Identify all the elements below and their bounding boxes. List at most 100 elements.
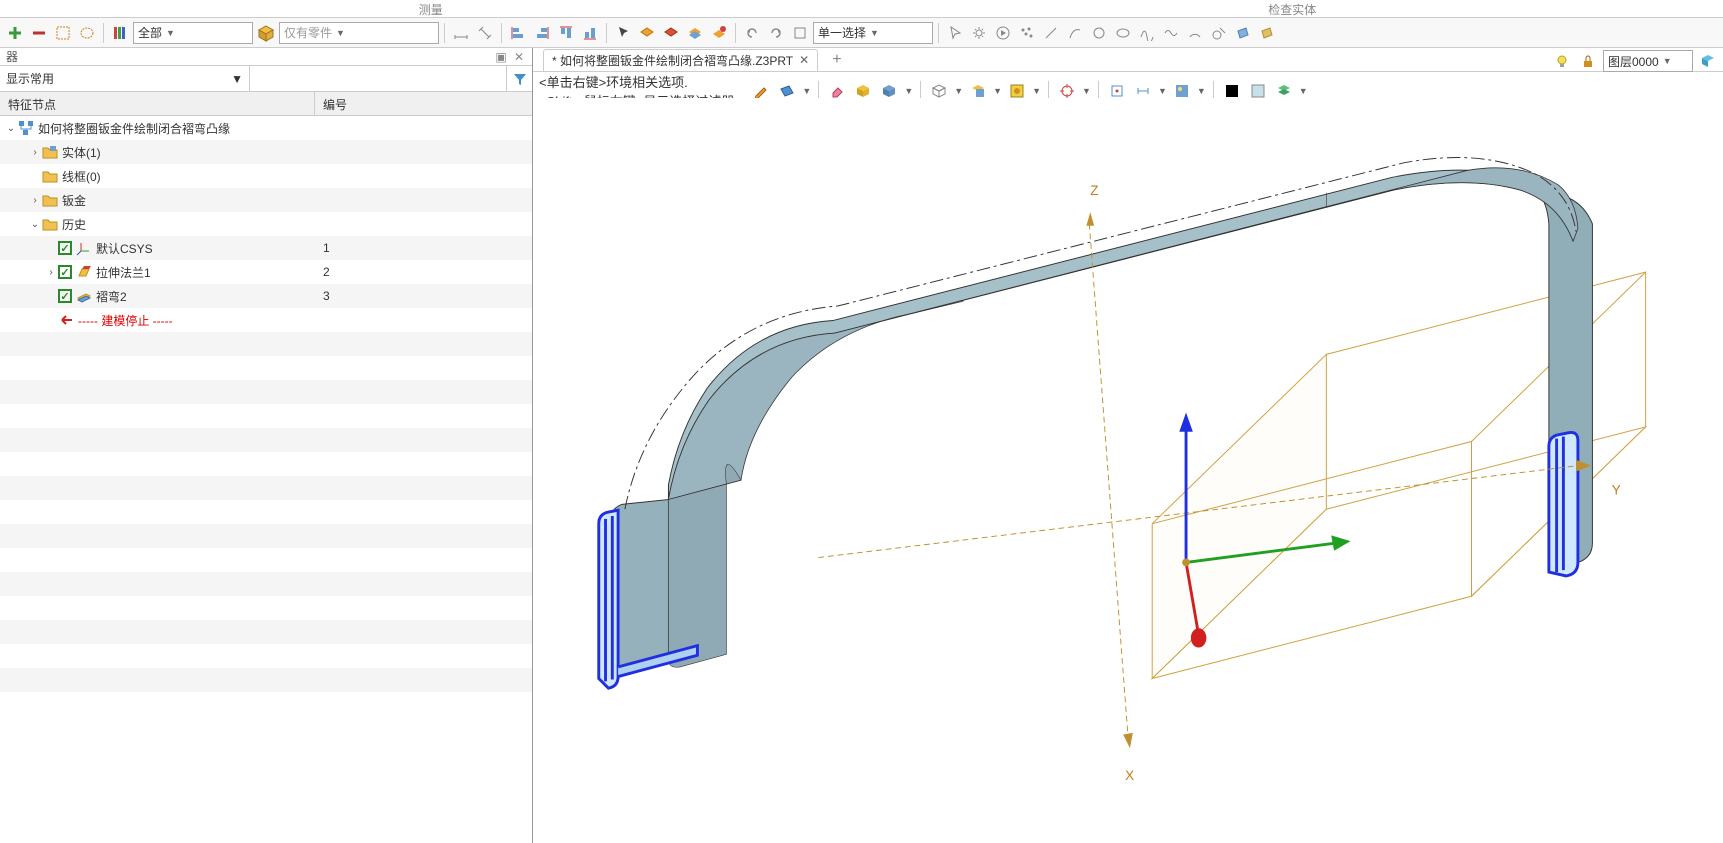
tree-row-empty (0, 500, 532, 524)
single-select-combo[interactable]: 单一选择▼ (813, 22, 933, 44)
circle-icon[interactable] (1088, 22, 1110, 44)
tree-row-history[interactable]: ⌄ 历史 (0, 212, 532, 236)
lock-icon[interactable] (1577, 50, 1599, 72)
tree-row-empty (0, 404, 532, 428)
only-part-combo[interactable]: 仅有零件▼ (279, 22, 439, 44)
flange-icon (76, 264, 92, 280)
scatter-icon[interactable] (1016, 22, 1038, 44)
layers-red-icon[interactable] (660, 22, 682, 44)
cursor-icon[interactable] (944, 22, 966, 44)
layer-combo[interactable]: 图层0000▼ (1603, 50, 1693, 72)
spline-icon[interactable] (1136, 22, 1158, 44)
align-bottom-icon[interactable] (579, 22, 601, 44)
add-tab-icon[interactable]: + (826, 51, 847, 69)
play-icon[interactable] (992, 22, 1014, 44)
rect-select-icon[interactable] (789, 22, 811, 44)
csys-icon (76, 240, 92, 256)
dimension2-icon[interactable] (474, 22, 496, 44)
pointer-icon[interactable] (612, 22, 634, 44)
layer-selector: 图层0000▼ (1551, 48, 1719, 74)
expander-icon[interactable]: › (28, 195, 42, 206)
tree-row-csys[interactable]: ✓ 默认CSYS 1 (0, 236, 532, 260)
align-left-icon[interactable] (507, 22, 529, 44)
layers-mixed-icon[interactable] (684, 22, 706, 44)
col-feature[interactable]: 特征节点 (0, 92, 315, 115)
tree-row-empty (0, 332, 532, 356)
panel-title-bar: 器 ▣ ✕ (0, 48, 532, 66)
doc-tab-active[interactable]: * 如何将整圈钣金件绘制闭合褶弯凸缘.Z3PRT ✕ (543, 49, 818, 71)
top-category-tabs: 测量 检查实体 (0, 0, 1723, 18)
tree-row-empty (0, 668, 532, 692)
tree-row-hem[interactable]: ✓ 褶弯2 3 (0, 284, 532, 308)
panel-close-icon[interactable]: ✕ (512, 50, 526, 64)
axis-y-label: Y (1612, 483, 1621, 498)
sheetmetal-part (599, 158, 1593, 689)
checkbox-icon[interactable]: ✓ (58, 289, 72, 303)
color-bars-icon[interactable] (109, 22, 131, 44)
remove-icon[interactable] (28, 22, 50, 44)
tangent-icon[interactable] (1208, 22, 1230, 44)
show-common-combo[interactable]: 显示常用▼ (0, 66, 250, 91)
undo-icon[interactable] (741, 22, 763, 44)
lightbulb-icon[interactable] (1551, 50, 1573, 72)
tree-row-flange[interactable]: › ✓ 拉伸法兰1 2 (0, 260, 532, 284)
align-top-icon[interactable] (555, 22, 577, 44)
align-right-icon[interactable] (531, 22, 553, 44)
tab-inspect-entity[interactable]: 检查实体 (862, 0, 1723, 17)
folder-wireframe-icon (42, 168, 58, 184)
panel-restore-icon[interactable]: ▣ (494, 50, 508, 64)
tree-row-empty (0, 572, 532, 596)
dimension-icon[interactable] (450, 22, 472, 44)
folder-entity-icon (42, 144, 58, 160)
sheet-blue-icon[interactable] (1232, 22, 1254, 44)
tab-measure[interactable]: 测量 (0, 0, 862, 17)
stop-arrow-icon (58, 312, 74, 328)
tree-row-entity[interactable]: › 实体(1) (0, 140, 532, 164)
selection-box-icon[interactable] (52, 22, 74, 44)
expander-icon[interactable]: › (44, 267, 58, 278)
checkbox-icon[interactable]: ✓ (58, 265, 72, 279)
tree-body[interactable]: ⌄ 如何将整圈钣金件绘制闭合褶弯凸缘 › 实体(1) 线框(0) › 钣金 (0, 116, 532, 843)
tree-row-empty (0, 356, 532, 380)
checkbox-icon[interactable]: ✓ (58, 241, 72, 255)
layers-person-icon[interactable] (708, 22, 730, 44)
model-viewport[interactable]: Z Y X (533, 98, 1723, 843)
add-icon[interactable] (4, 22, 26, 44)
viewport-panel: * 如何将整圈钣金件绘制闭合褶弯凸缘.Z3PRT ✕ + <单击右键>环境相关选… (533, 48, 1723, 843)
tree-row-root[interactable]: ⌄ 如何将整圈钣金件绘制闭合褶弯凸缘 (0, 116, 532, 140)
tree-row-empty (0, 596, 532, 620)
col-number[interactable]: 编号 (315, 92, 532, 115)
tree-search-input[interactable] (250, 66, 506, 91)
curve-icon[interactable] (1064, 22, 1086, 44)
tree-row-stop[interactable]: ----- 建模停止 ----- (0, 308, 532, 332)
tree-row-empty (0, 524, 532, 548)
expander-icon[interactable]: ⌄ (28, 219, 42, 230)
document-tabs: * 如何将整圈钣金件绘制闭合褶弯凸缘.Z3PRT ✕ + (533, 48, 1723, 72)
folder-history-icon (42, 216, 58, 232)
feature-tree-panel: 器 ▣ ✕ 显示常用▼ 特征节点 编号 ⌄ 如何将整圈钣金件绘制闭合褶弯凸缘 (0, 48, 533, 843)
expander-icon[interactable]: › (28, 147, 42, 158)
line-icon[interactable] (1040, 22, 1062, 44)
main-toolbar: 全部▼ 仅有零件▼ 单一选择▼ (0, 18, 1723, 48)
tree-row-sheetmetal[interactable]: › 钣金 (0, 188, 532, 212)
tree-row-empty (0, 620, 532, 644)
tree-row-wireframe[interactable]: 线框(0) (0, 164, 532, 188)
part-cube-icon[interactable] (255, 22, 277, 44)
layers-orange-icon[interactable] (636, 22, 658, 44)
lasso-icon[interactable] (76, 22, 98, 44)
redo-icon[interactable] (765, 22, 787, 44)
tree-row-empty (0, 548, 532, 572)
filter-all-combo[interactable]: 全部▼ (133, 22, 253, 44)
sheet-gold-icon[interactable] (1256, 22, 1278, 44)
panel-title: 器 (6, 48, 18, 65)
ellipse-icon[interactable] (1112, 22, 1134, 44)
close-icon[interactable]: ✕ (799, 53, 809, 67)
arc-icon[interactable] (1184, 22, 1206, 44)
layer-cube-icon[interactable] (1697, 50, 1719, 72)
folder-sheetmetal-icon (42, 192, 58, 208)
filter-funnel-icon[interactable] (506, 66, 532, 91)
gear-icon[interactable] (968, 22, 990, 44)
wave-icon[interactable] (1160, 22, 1182, 44)
tree-row-empty (0, 380, 532, 404)
expander-icon[interactable]: ⌄ (4, 123, 18, 134)
